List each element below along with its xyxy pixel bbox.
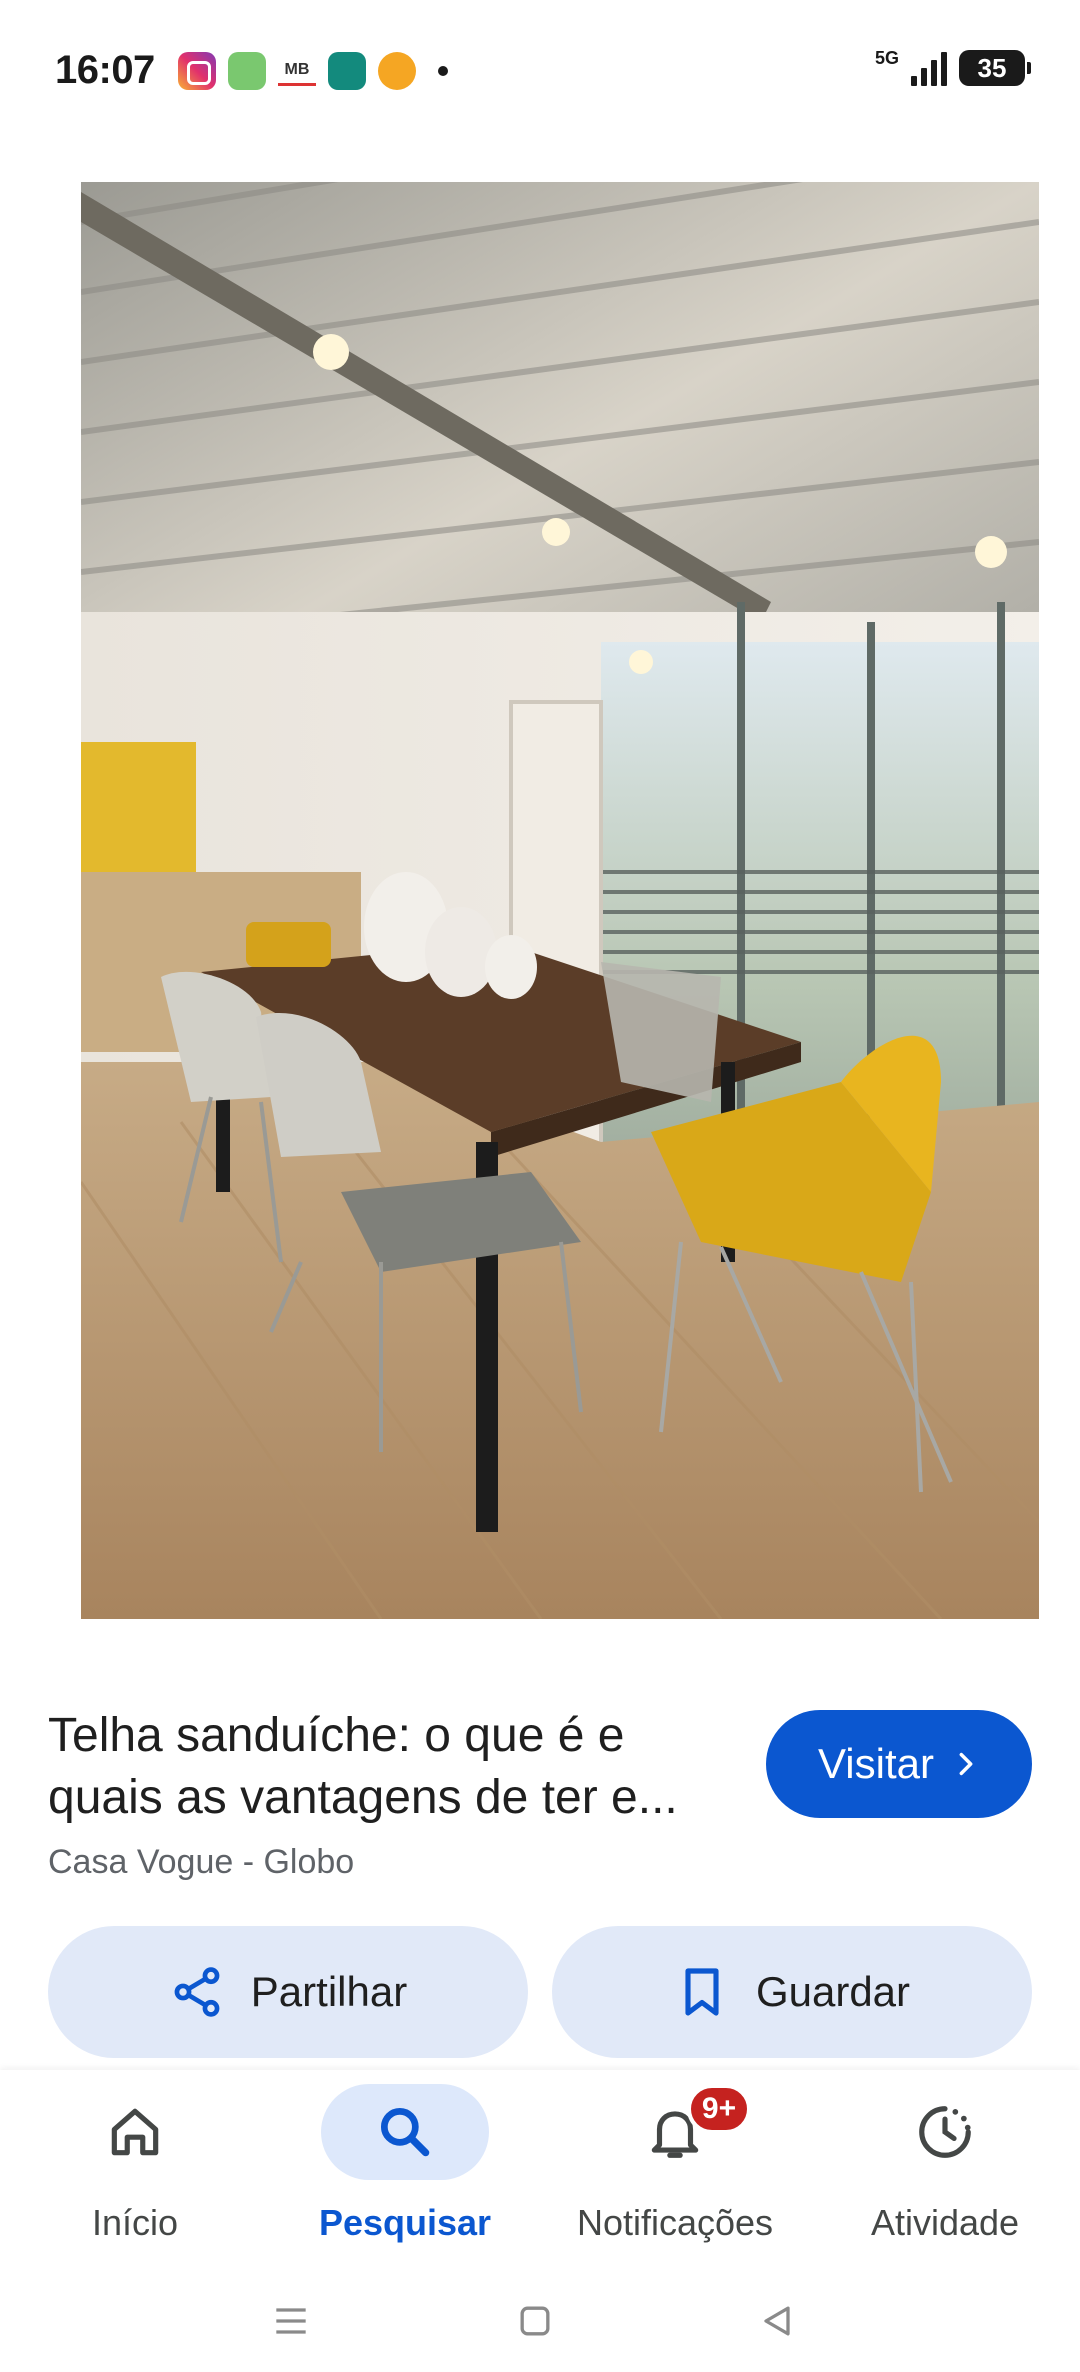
back-triangle-icon xyxy=(764,2306,790,2336)
nav-item-pesquisar[interactable]: Pesquisar xyxy=(270,2070,540,2270)
nav-icon-container xyxy=(321,2084,489,2180)
nav-label-pesquisar: Pesquisar xyxy=(318,2202,492,2243)
instagram-icon xyxy=(178,52,216,90)
square-icon xyxy=(520,2306,550,2336)
result-title[interactable]: Telha sanduíche: o que é e quais as vant… xyxy=(48,1705,728,1829)
teal-app-icon xyxy=(328,52,366,90)
result-image[interactable] xyxy=(81,182,1039,1619)
nav-icon-container xyxy=(861,2084,1029,2180)
visit-button[interactable]: Visitar xyxy=(766,1710,1032,1818)
biblia-estudo-icon xyxy=(228,52,266,90)
nav-item-inicio[interactable]: Início xyxy=(0,2070,270,2270)
home-button[interactable] xyxy=(510,2296,560,2346)
battery-level: 35 xyxy=(977,52,1007,83)
nav-item-notificacoes[interactable]: 9+ Notificações xyxy=(540,2070,810,2270)
save-button[interactable]: Guardar xyxy=(552,1926,1032,2058)
recents-button[interactable] xyxy=(266,2296,316,2346)
status-right: 5G 35 xyxy=(874,47,1031,86)
battery-icon: 35 xyxy=(959,50,1031,86)
orange-app-icon xyxy=(378,52,416,90)
share-label: Partilhar xyxy=(250,1968,408,2015)
search-icon xyxy=(380,2107,430,2157)
signal-icon xyxy=(911,50,947,86)
nav-item-atividade[interactable]: Atividade xyxy=(810,2070,1080,2270)
nav-icon-container xyxy=(51,2084,219,2180)
share-button[interactable]: Partilhar xyxy=(48,1926,528,2058)
more-notifications-dot-icon xyxy=(438,66,448,76)
result-source[interactable]: Casa Vogue - Globo xyxy=(48,1843,354,1882)
share-icon xyxy=(174,1967,220,2017)
nav-label-inicio: Início xyxy=(91,2202,179,2243)
save-label: Guardar xyxy=(755,1968,911,2015)
notification-icons: MB xyxy=(178,52,448,90)
mb-icon: MB xyxy=(278,56,316,86)
notification-badge: 9+ xyxy=(687,2084,751,2134)
dining-room-photo xyxy=(81,182,1039,1619)
nav-icon-container: 9+ xyxy=(591,2084,759,2180)
menu-lines-icon xyxy=(276,2308,306,2334)
bottom-navigation: Início Pesquisar 9+ Notificações Ativida… xyxy=(0,2070,1080,2270)
nav-label-atividade: Atividade xyxy=(870,2202,1020,2243)
network-type: 5G xyxy=(874,47,899,68)
chevron-right-icon xyxy=(959,1752,973,1776)
back-button[interactable] xyxy=(752,2296,802,2346)
activity-icon xyxy=(919,2106,971,2158)
status-bar: 16:07 MB 5G 35 xyxy=(0,0,1080,140)
system-navigation-bar xyxy=(0,2270,1080,2372)
visit-label: Visitar xyxy=(818,1740,934,1787)
home-icon xyxy=(111,2108,159,2156)
nav-label-notificacoes: Notificações xyxy=(576,2202,774,2243)
status-time: 16:07 xyxy=(55,48,155,92)
bookmark-icon xyxy=(685,1968,719,2016)
